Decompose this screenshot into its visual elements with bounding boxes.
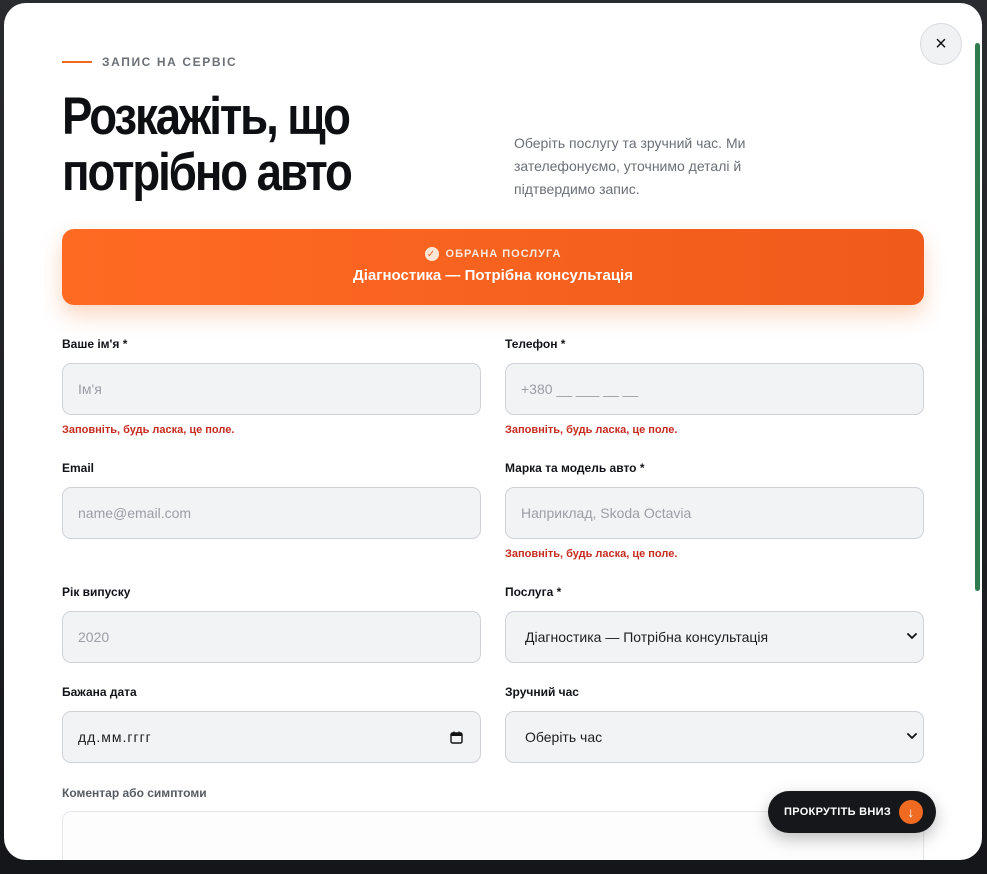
selected-service-banner: ✓ ОБРАНА ПОСЛУГА Діагностика — Потрібна … [62, 229, 924, 305]
year-placeholder: 2020 [78, 629, 110, 645]
name-label: Ваше ім'я * [62, 337, 128, 351]
banner-label: ОБРАНА ПОСЛУГА [445, 248, 562, 260]
name-placeholder: Ім'я [78, 381, 102, 397]
service-select-value: Діагностика — Потрібна консультація [525, 629, 769, 645]
year-input[interactable]: 2020 [62, 611, 481, 663]
comment-field-group: Коментар або симптоми [62, 786, 481, 804]
car-error: Заповніть, будь ласка, це поле. [505, 548, 678, 560]
name-error: Заповніть, будь ласка, це поле. [62, 424, 235, 436]
phone-input[interactable]: +380 __ ___ __ __ [505, 363, 924, 415]
scroll-down-button[interactable]: ПРОКРУТІТЬ ВНИЗ ↓ [768, 791, 936, 833]
modal-scrollbar[interactable] [975, 43, 980, 591]
chevron-down-icon [907, 733, 917, 739]
title-line-2: потрібно авто [62, 143, 353, 202]
booking-modal: × ЗАПИС НА СЕРВІС Розкажіть, що потрібно… [4, 3, 982, 860]
phone-error: Заповніть, будь ласка, це поле. [505, 424, 678, 436]
service-field-group: Послуга * Діагностика — Потрібна консуль… [505, 585, 924, 663]
close-icon: × [935, 32, 947, 55]
scroll-down-label: ПРОКРУТІТЬ ВНИЗ [784, 806, 892, 818]
calendar-icon[interactable] [450, 731, 463, 744]
phone-placeholder: +380 __ ___ __ __ [521, 381, 639, 397]
time-select[interactable]: Оберіть час [505, 711, 924, 763]
date-input-value: дд.мм.гггг [78, 729, 152, 745]
time-field-group: Зручний час Оберіть час [505, 685, 924, 763]
year-label: Рік випуску [62, 585, 131, 599]
comment-label: Коментар або симптоми [62, 786, 207, 800]
time-label: Зручний час [505, 685, 579, 699]
car-field-group: Марка та модель авто * Наприклад, Skoda … [505, 461, 924, 560]
email-placeholder: name@email.com [78, 505, 192, 521]
name-input[interactable]: Ім'я [62, 363, 481, 415]
title-line-1: Розкажіть, що [62, 87, 351, 146]
eyebrow: ЗАПИС НА СЕРВІС [62, 55, 237, 69]
close-button[interactable]: × [920, 23, 962, 65]
service-select[interactable]: Діагностика — Потрібна консультація [505, 611, 924, 663]
car-label: Марка та модель авто * [505, 461, 645, 475]
date-label: Бажана дата [62, 685, 137, 699]
email-field-group: Email name@email.com [62, 461, 481, 539]
chevron-down-icon [907, 633, 917, 639]
page-title: Розкажіть, що потрібно авто [62, 89, 423, 201]
name-field-group: Ваше ім'я * Ім'я Заповніть, будь ласка, … [62, 337, 481, 436]
date-input[interactable]: дд.мм.гггг [62, 711, 481, 763]
banner-service-name: Діагностика — Потрібна консультація [353, 267, 633, 284]
time-select-value: Оберіть час [525, 729, 603, 745]
eyebrow-text: ЗАПИС НА СЕРВІС [102, 55, 238, 69]
car-placeholder: Наприклад, Skoda Octavia [521, 505, 692, 521]
year-field-group: Рік випуску 2020 [62, 585, 481, 663]
check-icon: ✓ [424, 247, 439, 261]
email-input[interactable]: name@email.com [62, 487, 481, 539]
date-field-group: Бажана дата дд.мм.гггг [62, 685, 481, 763]
page-subtitle: Оберіть послугу та зручний час. Ми зател… [514, 135, 746, 197]
email-label: Email [62, 461, 95, 475]
car-input[interactable]: Наприклад, Skoda Octavia [505, 487, 924, 539]
eyebrow-line [62, 61, 92, 63]
phone-field-group: Телефон * +380 __ ___ __ __ Заповніть, б… [505, 337, 924, 436]
arrow-down-icon: ↓ [899, 800, 923, 824]
service-label: Послуга * [505, 585, 562, 599]
phone-label: Телефон * [505, 337, 566, 351]
